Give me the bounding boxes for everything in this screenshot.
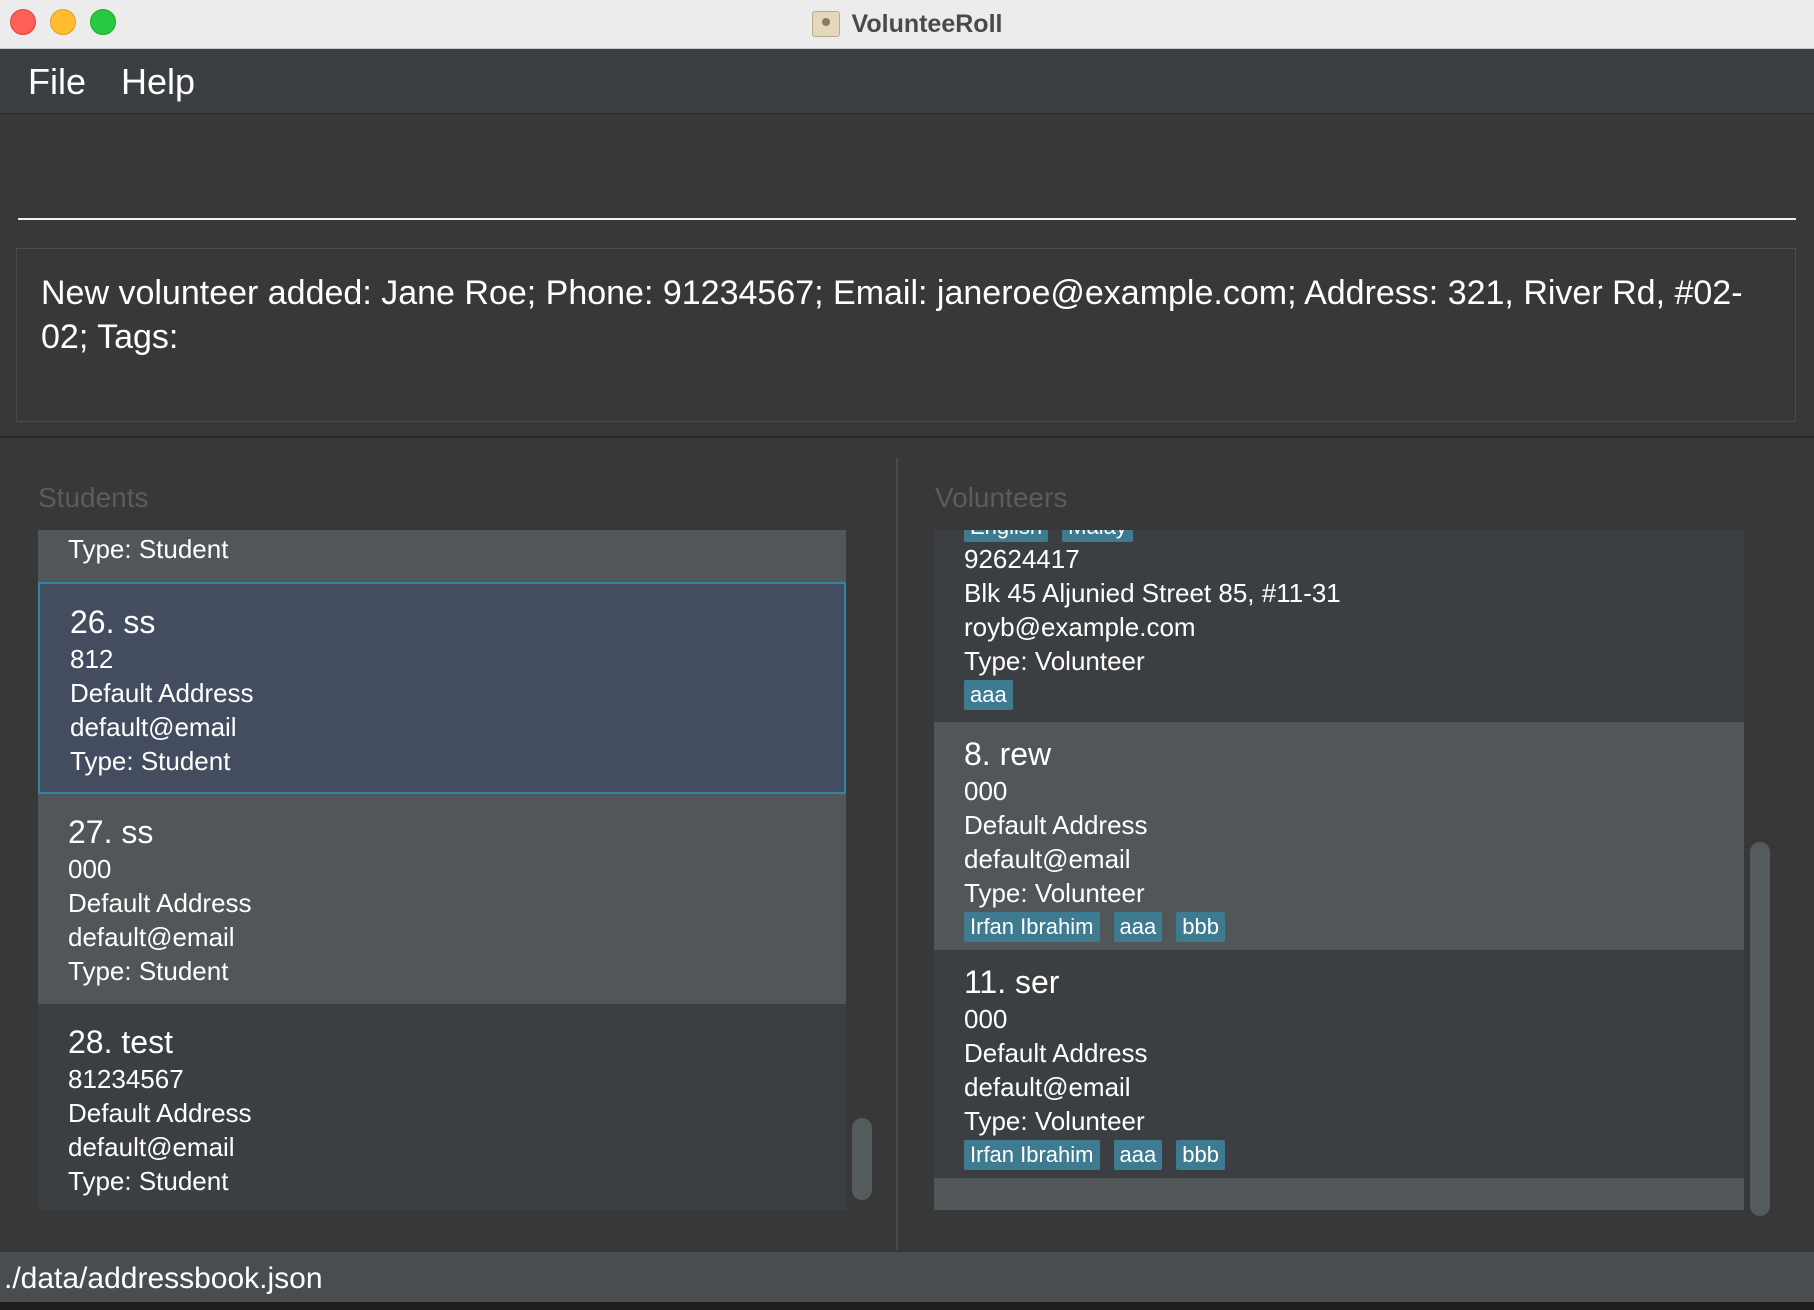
- student-name: 28. test: [68, 1024, 173, 1060]
- student-email: default@email: [68, 1132, 235, 1162]
- student-type: Type: Student: [68, 1166, 229, 1196]
- tag: Malay: [1062, 530, 1133, 542]
- volunteer-card-partial[interactable]: English Malay 92624417 Blk 45 Aljunied S…: [934, 530, 1744, 722]
- menu-bar: File Help: [0, 49, 1814, 114]
- tag: aaa: [964, 680, 1013, 710]
- student-type: Type: Student: [68, 534, 229, 564]
- title-wrap: VolunteeRoll: [0, 0, 1814, 48]
- volunteer-tags: Irfan Ibrahim aaa bbb: [964, 1140, 1714, 1170]
- volunteer-tags: Irfan Ibrahim aaa bbb: [964, 912, 1714, 942]
- volunteer-type: Type: Volunteer: [964, 878, 1145, 908]
- tag: Irfan Ibrahim: [964, 1140, 1100, 1170]
- volunteer-name: 8. rew: [964, 736, 1052, 772]
- volunteer-email: default@email: [964, 1072, 1131, 1102]
- student-type: Type: Student: [68, 956, 229, 986]
- student-phone: 81234567: [68, 1064, 184, 1094]
- volunteer-address: Blk 45 Aljunied Street 85, #11-31: [964, 578, 1341, 608]
- volunteers-scrollbar[interactable]: [1750, 842, 1770, 1216]
- result-display: New volunteer added: Jane Roe; Phone: 91…: [16, 248, 1796, 422]
- tag: aaa: [1113, 912, 1163, 942]
- student-name: 27. ss: [68, 814, 154, 850]
- volunteer-address: Default Address: [964, 810, 1148, 840]
- volunteer-address: Default Address: [964, 1038, 1148, 1068]
- menu-help[interactable]: Help: [121, 61, 195, 103]
- student-card-26[interactable]: 26. ss 812 Default Address default@email…: [38, 582, 846, 794]
- tag: bbb: [1176, 1140, 1225, 1170]
- split-divider[interactable]: [896, 458, 898, 1250]
- volunteer-card-11[interactable]: 11. ser 000 Default Address default@emai…: [934, 950, 1744, 1178]
- student-phone: 812: [70, 644, 114, 674]
- lists-area: Students Volunteers Type: Student 26. ss…: [0, 438, 1814, 1252]
- command-area: [0, 114, 1814, 234]
- student-card-28[interactable]: 28. test 81234567 Default Address defaul…: [38, 1004, 846, 1210]
- volunteer-phone: 000: [964, 1004, 1008, 1034]
- student-email: default@email: [70, 712, 237, 742]
- tag: aaa: [1113, 1140, 1163, 1170]
- volunteers-label: Volunteers: [935, 482, 1068, 513]
- volunteer-tags: aaa: [964, 680, 1714, 710]
- student-address: Default Address: [68, 1098, 252, 1128]
- students-label: Students: [38, 482, 149, 513]
- student-address: Default Address: [68, 888, 252, 918]
- student-phone: 000: [68, 854, 112, 884]
- student-address: Default Address: [70, 678, 254, 708]
- volunteer-email: royb@example.com: [964, 612, 1196, 642]
- desktop-strip: [0, 1302, 1814, 1310]
- students-scrollbar[interactable]: [852, 1118, 872, 1200]
- student-email: default@email: [68, 922, 235, 952]
- window-title: VolunteeRoll: [851, 9, 1003, 38]
- volunteer-type: Type: Volunteer: [964, 646, 1145, 676]
- volunteer-phone: 92624417: [964, 544, 1080, 574]
- volunteer-phone: 000: [964, 776, 1008, 806]
- volunteer-card-8[interactable]: 8. rew 000 Default Address default@email…: [934, 722, 1744, 950]
- student-card-partial[interactable]: Type: Student: [38, 530, 846, 582]
- menu-file[interactable]: File: [28, 61, 86, 103]
- students-list[interactable]: Type: Student 26. ss 812 Default Address…: [38, 530, 846, 1210]
- student-name: 26. ss: [70, 604, 156, 640]
- volunteer-name: 11. ser: [964, 964, 1060, 1000]
- volunteer-email: default@email: [964, 844, 1131, 874]
- volunteer-tags: English Malay: [964, 530, 1714, 542]
- volunteer-type: Type: Volunteer: [964, 1106, 1145, 1136]
- tag: Irfan Ibrahim: [964, 912, 1100, 942]
- title-bar: VolunteeRoll: [0, 0, 1814, 49]
- save-location: ./data/addressbook.json: [4, 1262, 323, 1295]
- student-type: Type: Student: [70, 746, 231, 776]
- app-icon: [811, 11, 840, 37]
- command-input[interactable]: [18, 114, 1796, 220]
- result-area: New volunteer added: Jane Roe; Phone: 91…: [0, 234, 1814, 438]
- tag: English: [964, 530, 1049, 542]
- volunteer-card-next[interactable]: [934, 1178, 1744, 1210]
- student-card-27[interactable]: 27. ss 000 Default Address default@email…: [38, 794, 846, 1004]
- volunteers-list[interactable]: English Malay 92624417 Blk 45 Aljunied S…: [934, 530, 1744, 1210]
- tag: bbb: [1176, 912, 1225, 942]
